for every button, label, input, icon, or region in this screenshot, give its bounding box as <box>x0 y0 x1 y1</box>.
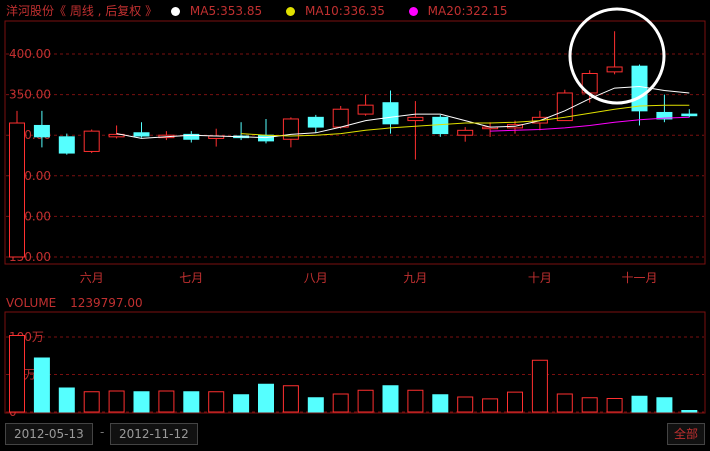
volume-bar <box>332 393 349 413</box>
volume-bar <box>108 390 125 413</box>
candle-body <box>83 130 100 152</box>
candle-body <box>457 129 474 136</box>
ma5-value: MA5:353.85 <box>189 4 263 18</box>
candle-body <box>382 102 399 125</box>
price-panel-frame <box>4 20 706 265</box>
stock-title: 洋河股份《 周线 , 后复权 》 <box>6 4 158 18</box>
ma20-dot <box>408 7 418 16</box>
ma10-dot <box>285 7 295 16</box>
time-tick-label: 九月 <box>403 271 427 285</box>
volume-bar <box>531 359 548 413</box>
candle-body <box>357 104 374 115</box>
ma10-value: MA10:336.35 <box>304 4 385 18</box>
volume-bar <box>307 397 324 413</box>
time-tick-label: 十一月 <box>621 271 657 285</box>
volume-bar <box>656 397 673 413</box>
volume-bar <box>158 390 175 413</box>
candle-body <box>332 108 349 128</box>
candle-body <box>407 116 424 122</box>
date-range-bar: 2012-05-13 - 2012-11-12 全部 <box>0 421 710 451</box>
volume-bar <box>33 357 50 413</box>
volume-bar <box>556 393 573 413</box>
volume-bar <box>282 385 299 413</box>
volume-bar <box>606 398 623 413</box>
volume-header: VOLUME 1239797.00 <box>6 296 153 310</box>
volume-bar <box>183 391 200 413</box>
time-tick-label: 六月 <box>80 271 104 285</box>
volume-bar <box>208 391 225 413</box>
candle-body <box>681 113 698 117</box>
all-range-button[interactable]: 全部 <box>666 423 705 445</box>
volume-bar <box>457 396 474 413</box>
end-date-field[interactable]: 2012-11-12 <box>110 423 198 445</box>
volume-bar <box>681 410 698 413</box>
volume-bar <box>407 389 424 413</box>
time-tick-label: 七月 <box>179 271 203 285</box>
ma5-dot <box>170 7 180 16</box>
start-date-field[interactable]: 2012-05-13 <box>5 423 93 445</box>
volume-bar <box>432 394 449 413</box>
volume-bar <box>83 391 100 413</box>
candle-body <box>631 65 648 112</box>
time-tick-label: 八月 <box>304 271 328 285</box>
ma5-legend: MA5:353.85 <box>170 4 272 18</box>
volume-label: VOLUME <box>6 296 57 310</box>
volume-bar <box>133 391 150 413</box>
ma20-value: MA20:322.15 <box>427 4 508 18</box>
volume-bar <box>507 391 523 413</box>
candle-body <box>307 116 324 128</box>
volume-bar <box>581 397 598 413</box>
candle-body <box>9 122 25 258</box>
volume-bar <box>382 385 399 413</box>
candle-body <box>606 66 623 73</box>
date-separator: - <box>100 425 105 439</box>
volume-bar <box>233 394 250 413</box>
volume-bar <box>482 398 499 413</box>
ma20-legend: MA20:322.15 <box>408 4 518 18</box>
volume-bar <box>258 383 274 413</box>
price-tick-label: 400.00 <box>9 47 51 61</box>
kline-chart[interactable]: 400.00350.00300.00250.00200.00150.00 六月七… <box>0 0 710 421</box>
price-tick-label: 350.00 <box>9 88 51 102</box>
candle-body <box>133 132 150 137</box>
ma10-legend: MA10:336.35 <box>285 4 395 18</box>
volume-bar <box>631 395 648 413</box>
volume-bar <box>357 389 374 413</box>
chart-header: 洋河股份《 周线 , 后复权 》 MA5:353.85 MA10:336.35 … <box>6 2 528 20</box>
candle-body <box>33 124 50 138</box>
volume-bar <box>58 387 75 413</box>
time-axis-labels: 六月 七月 八月 九月 十月 十一月 <box>80 271 658 285</box>
time-tick-label: 十月 <box>528 271 552 285</box>
volume-bar <box>9 335 25 413</box>
volume-value: 1239797.00 <box>70 296 143 310</box>
candle-body <box>58 136 75 154</box>
